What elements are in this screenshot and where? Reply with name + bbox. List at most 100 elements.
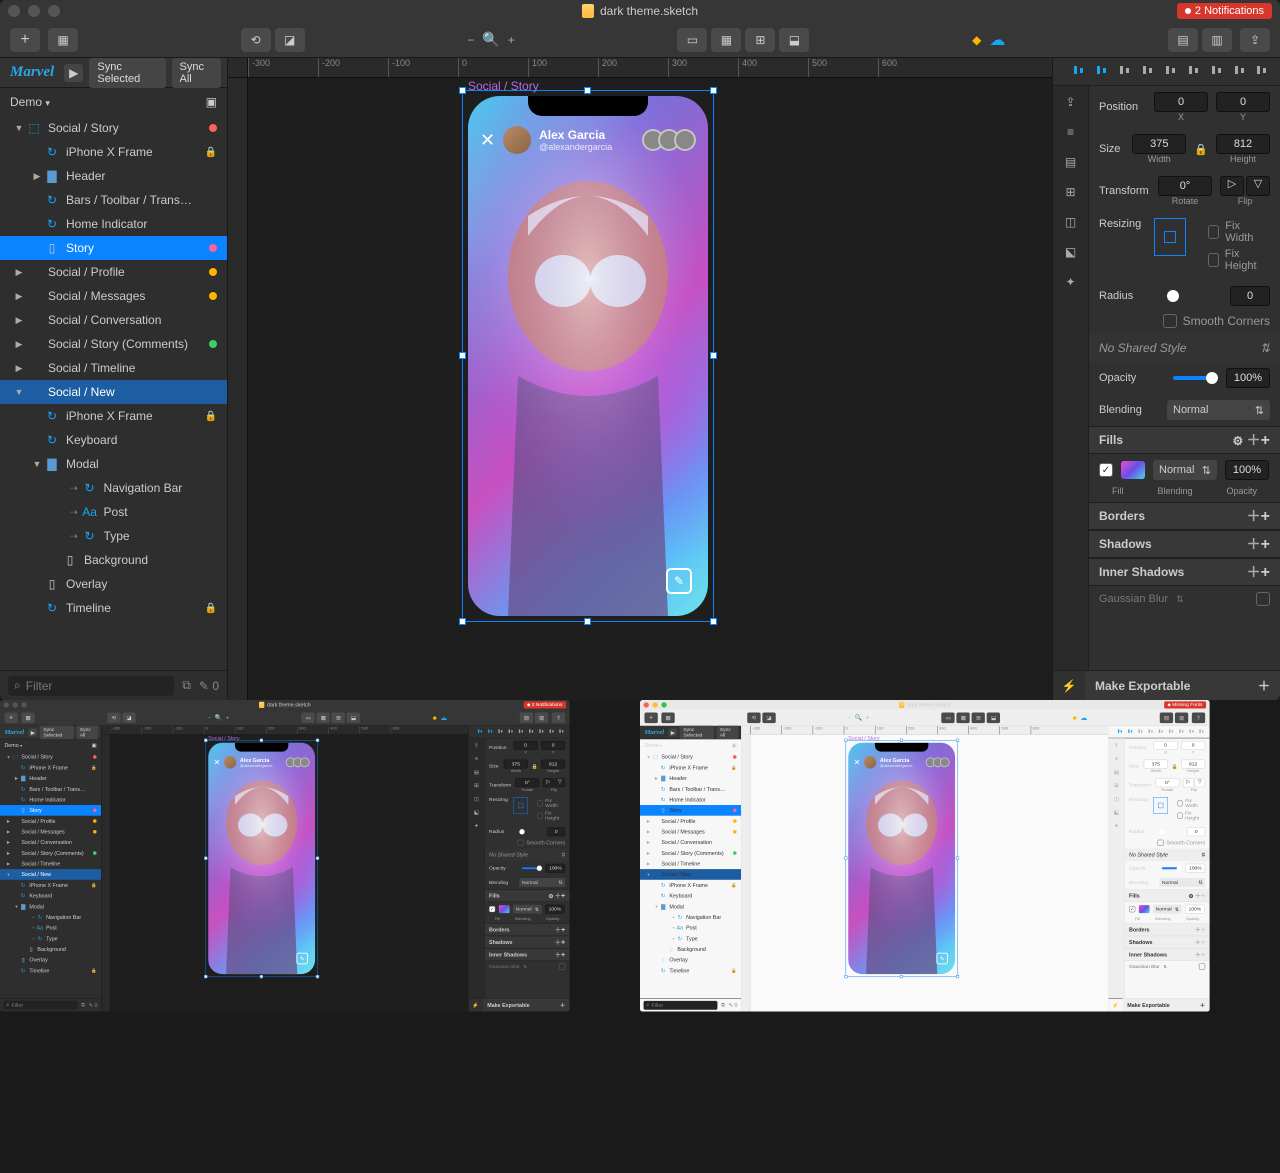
artboard-title[interactable]: Social / Story [848,735,879,741]
layer-row[interactable]: ▯ Overlay [640,955,741,966]
layer-row[interactable]: ⇢ ↻ Type [0,933,101,944]
layer-row[interactable]: ↻ Timeline 🔒 [0,596,227,620]
layer-row[interactable]: ▼ ▇ Modal [0,452,227,476]
mask-button[interactable]: ◪ [762,712,775,723]
layer-row[interactable]: ▶ Social / Timeline [0,356,227,380]
gear-icon[interactable]: ⚙ [1233,434,1244,448]
position-y-input[interactable] [541,741,565,750]
lock-icon[interactable]: 🔒 [731,765,737,770]
fill-thumbnail[interactable] [1139,905,1150,913]
align-right-button[interactable] [1148,728,1154,736]
transform-tab-icon[interactable]: ⬕ [1061,242,1081,262]
radius-input[interactable] [1187,827,1205,836]
disclosure-caret[interactable]: ▼ [646,755,650,759]
insert-button[interactable] [10,28,40,52]
layer-row[interactable]: ↻ Bars / Toolbar / Trans… [640,784,741,795]
resizing-control[interactable] [1154,218,1186,256]
close-icon[interactable]: ✕ [480,130,495,151]
shared-style-selector[interactable]: No Shared Style⇅ [485,849,570,861]
disclosure-caret[interactable]: ▼ [14,123,24,133]
layer-row[interactable]: ▼ ⬚ Social / Story [0,116,227,140]
align-bottom-button[interactable] [1178,728,1184,736]
disclosure-caret[interactable]: ▶ [14,339,24,350]
flip-h-button[interactable]: ▷ [543,778,554,787]
align-distribute-button[interactable] [477,728,483,736]
shadows-header[interactable]: Shadows＋ [485,936,570,948]
opacity-input[interactable] [1226,368,1270,388]
shape-button[interactable]: ▦ [21,712,34,723]
layer-row[interactable]: ↻ Timeline 🔒 [640,965,741,976]
cloud-upload-icon[interactable]: ☁ [989,30,1005,50]
layer-row[interactable]: ▼ Social / New [0,380,227,404]
layer-row[interactable]: ▶ ▇ Header [0,164,227,188]
style-tab-icon[interactable]: ✦ [1061,272,1081,292]
align-middle-button[interactable] [528,728,534,736]
fill-blend-select[interactable]: Normal⇅ [1153,905,1181,914]
disclosure-caret[interactable]: ▼ [14,904,18,908]
layout-tab-icon[interactable]: ▤ [1112,768,1121,777]
width-input[interactable] [504,760,528,769]
layer-row[interactable]: ⇢ ↻ Navigation Bar [0,476,227,500]
play-button[interactable]: ▶ [64,64,83,82]
smooth-corners-checkbox[interactable] [1163,314,1177,328]
lock-aspect-icon[interactable]: 🔒 [531,763,537,769]
view-artboard-button[interactable]: ▭ [941,712,954,723]
view-layout-button[interactable]: ⊞ [332,712,345,723]
flip-v-button[interactable]: ▽ [1194,778,1205,787]
ruler-vertical[interactable] [228,78,248,700]
mask-button[interactable]: ◪ [122,712,135,723]
fill-enabled-checkbox[interactable]: ✓ [1099,463,1113,477]
color-tag[interactable] [93,851,97,855]
inner-shadows-header[interactable]: Inner Shadows＋ [1089,558,1280,586]
align-center-h-button[interactable] [1138,728,1144,736]
color-tag[interactable] [733,851,737,855]
layer-row[interactable]: ▼ ⬚ Social / Story [640,752,741,763]
blur-checkbox[interactable] [1199,963,1205,969]
disclosure-caret[interactable]: ▶ [14,267,24,278]
color-tag[interactable] [209,292,217,300]
fill-opacity-input[interactable] [545,905,565,914]
layer-row[interactable]: ⇢ ↻ Type [0,524,227,548]
disclosure-caret[interactable]: ▶ [646,829,650,834]
notification-badge[interactable]: 2 Notifications [1177,3,1272,19]
export-button[interactable]: ⇪ [1240,28,1270,52]
insert-button[interactable] [644,712,657,723]
duplicate-icon[interactable]: ⧉ [81,1002,85,1009]
fix-height-checkbox[interactable] [1208,253,1219,267]
shadows-header[interactable]: Shadows＋ [1125,936,1210,948]
blending-select[interactable]: Normal⇅ [519,878,565,887]
view-panel-button[interactable]: ▥ [535,712,548,723]
shape-button[interactable]: ▦ [661,712,674,723]
position-y-input[interactable] [1181,741,1205,750]
artboard[interactable]: ✕ Alex Garcia @alexandergarcia ✎ [208,743,315,974]
opacity-input[interactable] [546,864,566,873]
sketch-cloud-icon[interactable]: ◆ [433,714,437,720]
align-center-h-button[interactable] [498,728,504,736]
rotate-input[interactable] [1158,176,1212,196]
view-layout-button[interactable]: ⊞ [972,712,985,723]
export-tab-icon[interactable]: ⇪ [1112,741,1121,750]
layer-row[interactable]: ↻ Home Indicator [0,212,227,236]
fill-opacity-input[interactable] [1225,460,1269,480]
zoom-icon[interactable]: 🔍 [482,31,499,48]
transform-tab-icon[interactable]: ⬕ [1112,808,1121,817]
ruler-horizontal[interactable]: -300-200-1000100200300400500600 [248,58,1052,78]
add-border-button[interactable]: ＋ [555,925,565,934]
layer-row[interactable]: ▯ Story [0,236,227,260]
opacity-input[interactable] [1186,864,1206,873]
color-tag[interactable] [733,755,737,759]
fix-height-checkbox[interactable] [538,813,543,819]
layer-row[interactable]: ↻ iPhone X Frame 🔒 [640,762,741,773]
disclosure-caret[interactable]: ▼ [6,755,10,759]
add-shadow-button[interactable]: ＋ [1247,534,1270,554]
opacity-slider[interactable] [1162,867,1179,869]
align-dist-h-button[interactable] [1233,63,1247,80]
marvel-logo[interactable]: Marvel [3,728,26,736]
view-toggle-button[interactable]: ▤ [1160,712,1173,723]
view-toggle-button[interactable]: ▤ [1168,28,1198,52]
layout-tab-icon[interactable]: ▤ [472,768,481,777]
align-dist-v-button[interactable] [559,728,565,736]
fill-opacity-input[interactable] [1185,905,1205,914]
disclosure-caret[interactable]: ▶ [646,861,650,866]
layer-row[interactable]: ⇢ ↻ Navigation Bar [0,912,101,923]
